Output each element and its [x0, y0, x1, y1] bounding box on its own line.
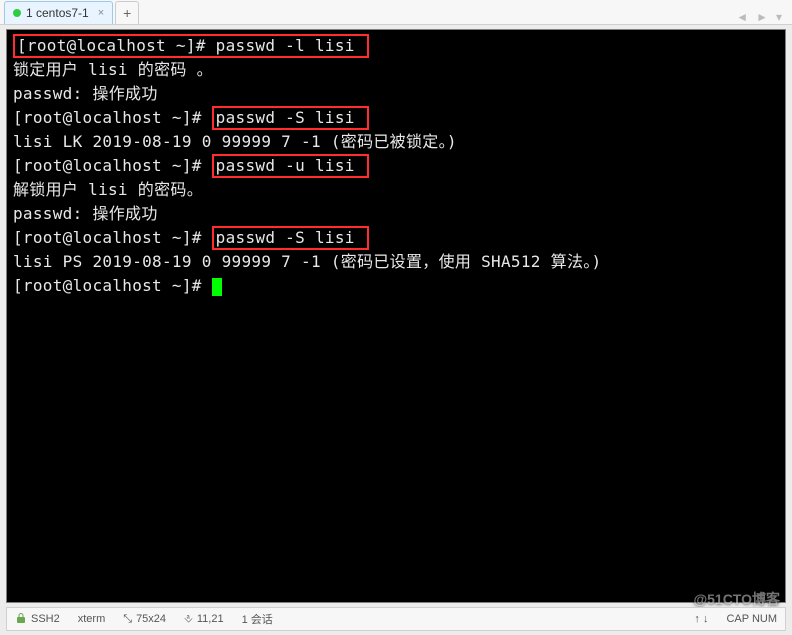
terminal-line: lisi LK 2019-08-19 0 99999 7 -1 (密码已被锁定。…: [13, 130, 779, 154]
tab-prev-button[interactable]: ◄: [736, 10, 748, 24]
tab-next-button[interactable]: ►: [756, 10, 768, 24]
status-cursor-pos: ⎀ 11,21: [184, 613, 224, 626]
status-sessions: 1 会话: [242, 611, 273, 627]
status-size-label: 75x24: [136, 613, 166, 625]
shell-prompt: [root@localhost ~]#: [13, 156, 212, 175]
terminal-viewport[interactable]: [root@localhost ~]# passwd -l lisi 锁定用户 …: [6, 29, 786, 603]
terminal-line: [root@localhost ~]# passwd -u lisi: [13, 154, 779, 178]
close-icon[interactable]: ×: [98, 7, 104, 19]
terminal-line: [root@localhost ~]# passwd -S lisi: [13, 106, 779, 130]
terminal-output: [root@localhost ~]# passwd -l lisi 锁定用户 …: [7, 30, 785, 302]
shell-prompt: [root@localhost ~]#: [13, 108, 212, 127]
terminal-line: [root@localhost ~]# passwd -l lisi: [13, 34, 779, 58]
cursor: [212, 278, 222, 296]
tab-title: 1 centos7-1: [26, 6, 89, 20]
connection-status-icon: [13, 9, 21, 17]
tab-session[interactable]: 1 centos7-1 ×: [4, 1, 113, 24]
plus-icon: +: [123, 5, 131, 21]
status-term-type: xterm: [78, 613, 106, 625]
add-tab-button[interactable]: +: [115, 1, 139, 24]
terminal-line: lisi PS 2019-08-19 0 99999 7 -1 (密码已设置，使…: [13, 250, 779, 274]
shell-command: passwd -S lisi: [212, 106, 369, 130]
position-icon: ⎀: [184, 613, 193, 626]
tab-nav-controls: ◄ ► ▾: [736, 10, 792, 24]
status-size: ⤡ 75x24: [123, 613, 166, 626]
terminal-line: passwd: 操作成功: [13, 202, 779, 226]
tab-menu-button[interactable]: ▾: [776, 10, 782, 24]
terminal-line: [root@localhost ~]#: [13, 274, 779, 298]
tab-bar: 1 centos7-1 × + ◄ ► ▾: [0, 0, 792, 25]
status-transfer: ↑ ↓: [694, 613, 708, 625]
shell-command: passwd -u lisi: [212, 154, 369, 178]
status-locks: CAP NUM: [726, 613, 777, 625]
status-connection-label: SSH2: [31, 613, 60, 625]
terminal-line: 解锁用户 lisi 的密码。: [13, 178, 779, 202]
terminal-line: passwd: 操作成功: [13, 82, 779, 106]
status-connection: SSH2: [15, 612, 60, 627]
status-bar: SSH2 xterm ⤡ 75x24 ⎀ 11,21 1 会话 ↑ ↓ CAP …: [6, 607, 786, 631]
app-window: 1 centos7-1 × + ◄ ► ▾ [root@localhost ~]…: [0, 0, 792, 635]
lock-icon: [15, 612, 27, 627]
shell-prompt: [root@localhost ~]#: [13, 228, 212, 247]
terminal-line: 锁定用户 lisi 的密码 。: [13, 58, 779, 82]
terminal-line: [root@localhost ~]# passwd -S lisi: [13, 226, 779, 250]
watermark: @51CTO博客: [693, 589, 780, 609]
shell-prompt: [root@localhost ~]#: [13, 276, 212, 295]
status-pos-label: 11,21: [197, 613, 224, 625]
resize-icon: ⤡: [123, 613, 132, 626]
shell-command: passwd -S lisi: [212, 226, 369, 250]
highlight-box: [root@localhost ~]# passwd -l lisi: [13, 34, 369, 58]
